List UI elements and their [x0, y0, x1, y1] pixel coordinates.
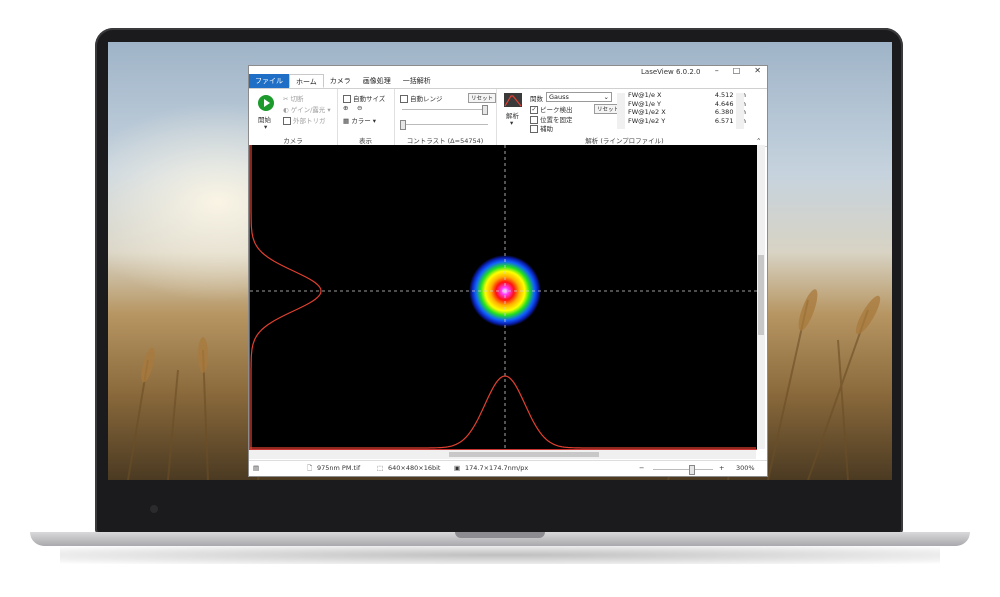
result-row: FW@1/e2 Y 6.571 μm [628, 117, 746, 126]
peak-checkbox[interactable]: ✓ [530, 106, 538, 114]
tab-home[interactable]: ホーム [289, 74, 324, 88]
zoom-level: 300% [736, 464, 755, 472]
vertical-scroll-thumb[interactable] [758, 255, 764, 335]
tab-file[interactable]: ファイル [249, 74, 289, 88]
analysis-group: 解析 ▾ 関数 Gauss ⌄ ✓ ピーク検出 リセット 位置を固定 補助 FW@1… [496, 89, 753, 146]
color-map-button[interactable]: ▦ カラー ▾ [343, 115, 376, 125]
file-icon: 🗋 [307, 464, 313, 472]
beam-image-canvas[interactable] [249, 145, 757, 450]
result-row: FW@1/e Y 4.646 μm [628, 100, 746, 109]
contrast-min-slider[interactable] [402, 124, 488, 125]
display-group-label: 表示 [359, 137, 372, 145]
camera-group: 開始 ▾ ✂ 切断 ◐ ゲイン/露光 ▾ 外部トリガ カメラ [249, 89, 338, 146]
contrast-group: 自動レンジ リセット コントラスト (Δ=54754) [394, 89, 497, 146]
vertical-line-profile [250, 145, 322, 449]
result-name: FW@1/e X [628, 91, 662, 99]
auto-range-checkbox[interactable] [400, 95, 408, 103]
analysis-options-scrollbar[interactable] [617, 93, 625, 129]
webcam-dot [150, 505, 158, 513]
auto-size-toggle[interactable]: 自動サイズ [343, 93, 385, 103]
gain-label: ゲイン/露光 [290, 106, 326, 114]
zoom-in-button[interactable]: + [719, 464, 724, 472]
zoom-out-icon[interactable]: ⊖ [357, 104, 362, 112]
result-row: FW@1/e2 X 6.380 μm [628, 108, 746, 117]
ribbon: 開始 ▾ ✂ 切断 ◐ ゲイン/露光 ▾ 外部トリガ カメラ 自動サイズ ⊕ ⊖… [249, 88, 767, 147]
collapse-ribbon-icon[interactable]: ⌃ [756, 137, 761, 145]
laptop-shadow [60, 546, 940, 564]
results-list: FW@1/e X 4.512 μm FW@1/e Y 4.646 μm FW@1/e… [628, 91, 746, 133]
status-bar: ▤ 🗋 975nm PM.tif ⬚ 640×480×16bit ▣ 174.7… [249, 460, 767, 476]
pixel-size: 174.7×174.7nm/px [465, 464, 529, 472]
analyze-dropdown-icon[interactable]: ▾ [510, 119, 513, 127]
contrast-max-thumb[interactable] [482, 105, 488, 115]
camera-group-label: カメラ [283, 137, 303, 145]
maximize-button[interactable]: □ [733, 66, 741, 75]
tab-batch-analysis[interactable]: 一括解析 [397, 74, 437, 88]
image-format: 640×480×16bit [388, 464, 441, 472]
display-group: 自動サイズ ⊕ ⊖ ▦ カラー ▾ 表示 [337, 89, 395, 146]
analysis-profile-icon[interactable] [504, 93, 522, 107]
function-value: Gauss [549, 93, 569, 101]
horizontal-scroll-thumb[interactable] [449, 452, 599, 457]
canvas-horizontal-scrollbar[interactable] [249, 450, 756, 459]
window-title: LaseView 6.0.2.0 [641, 68, 701, 76]
zoom-slider[interactable] [653, 469, 713, 470]
disconnect-label: 切断 [290, 95, 304, 103]
result-name: FW@1/e2 Y [628, 116, 666, 125]
disconnect-button[interactable]: ✂ 切断 [283, 93, 304, 103]
auto-range-label: 自動レンジ [410, 95, 443, 103]
tab-image-processing[interactable]: 画像処理 [357, 74, 397, 88]
result-row: FW@1/e X 4.512 μm [628, 91, 746, 100]
pixel-size-icon: ▣ [454, 464, 461, 472]
function-dropdown-icon: ⌄ [603, 93, 609, 101]
auto-size-checkbox[interactable] [343, 95, 351, 103]
color-label: カラー [351, 117, 371, 125]
trigger-label: 外部トリガ [293, 117, 326, 125]
extra-checkbox[interactable] [530, 125, 538, 133]
trigger-checkbox[interactable] [283, 117, 291, 125]
zoom-out-button[interactable]: − [639, 464, 644, 472]
external-trigger-toggle[interactable]: 外部トリガ [283, 115, 326, 125]
contrast-group-label: コントラスト (Δ=54754) [406, 137, 484, 145]
result-name: FW@1/e Y [628, 99, 662, 108]
analysis-group-label: 解析 (ラインプロファイル) [585, 137, 664, 145]
function-label: 関数 [530, 95, 543, 103]
auto-size-label: 自動サイズ [353, 95, 386, 103]
auto-range-toggle[interactable]: 自動レンジ [400, 93, 443, 103]
contrast-reset-button[interactable]: リセット [468, 93, 496, 103]
beam-profile-svg [250, 145, 757, 449]
ribbon-tabs: ファイル ホーム カメラ 画像処理 一括解析 [249, 74, 437, 88]
start-button[interactable] [258, 95, 274, 111]
zoom-slider-thumb[interactable] [688, 465, 695, 475]
zoom-in-icon[interactable]: ⊕ [343, 104, 348, 112]
results-scrollbar[interactable] [736, 93, 744, 129]
image-size-icon: ⬚ [377, 464, 384, 472]
peak-detect-toggle[interactable]: ✓ ピーク検出 [530, 104, 573, 114]
start-dropdown-icon[interactable]: ▾ [264, 123, 267, 131]
close-button[interactable]: ✕ [754, 66, 761, 75]
minimize-button[interactable]: – [715, 66, 719, 75]
laseview-window: LaseView 6.0.2.0 – □ ✕ ファイル ホーム カメラ 画像処理… [248, 65, 768, 477]
canvas-vertical-scrollbar[interactable] [757, 145, 765, 449]
result-name: FW@1/e2 X [628, 108, 666, 116]
status-grid-icon: ▤ [253, 464, 260, 472]
peak-label: ピーク検出 [540, 106, 573, 114]
function-select[interactable]: Gauss ⌄ [546, 92, 612, 102]
gain-exposure-button[interactable]: ◐ ゲイン/露光 ▾ [283, 104, 331, 114]
file-name: 975nm PM.tif [317, 464, 361, 472]
extra-label: 補助 [540, 125, 553, 133]
extra-toggle[interactable]: 補助 [530, 123, 553, 133]
horizontal-line-profile [250, 375, 756, 449]
laptop-notch [455, 532, 545, 538]
contrast-min-thumb[interactable] [400, 120, 406, 130]
contrast-max-slider[interactable] [402, 109, 488, 110]
tab-camera[interactable]: カメラ [324, 74, 357, 88]
